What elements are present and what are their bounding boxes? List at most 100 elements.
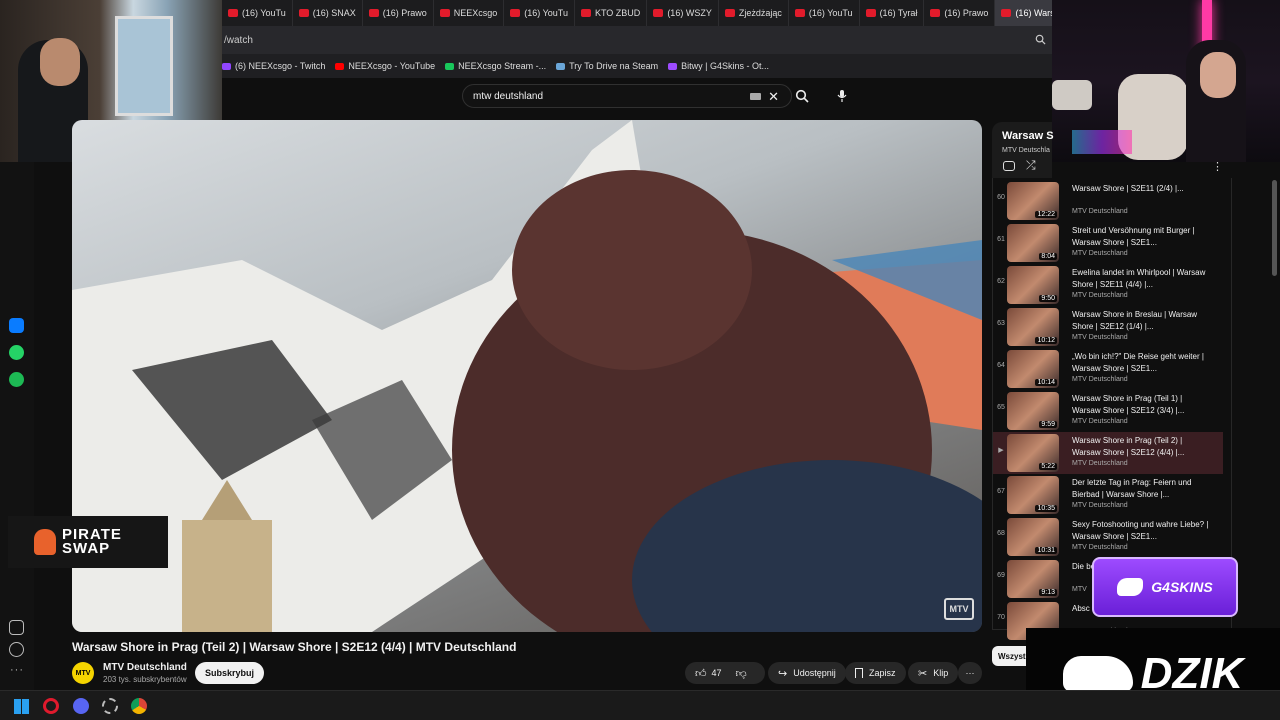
channel-name[interactable]: MTV Deutschland [103, 662, 187, 673]
address-bar[interactable]: /watch [222, 26, 1052, 54]
browser-tab[interactable]: (16) Prawo [924, 0, 996, 26]
bookmark-item[interactable]: NEEXcsgo - YouTube [335, 61, 435, 71]
browser-tab[interactable]: (16) Tyrał [860, 0, 925, 26]
chrome-icon[interactable] [131, 698, 147, 714]
video-thumbnail[interactable]: 5:22 [1007, 434, 1059, 472]
clear-search-icon[interactable]: ✕ [768, 89, 779, 105]
browser-tab[interactable]: (16) SNAX [293, 0, 363, 26]
browser-tab[interactable]: (16) Prawo [363, 0, 434, 26]
like-button[interactable]: 👍︎ 47 [695, 667, 722, 680]
opera-icon[interactable] [43, 698, 59, 714]
playlist-title[interactable]: Warsaw S [1002, 130, 1054, 142]
search-icon [795, 89, 809, 103]
youtube-search-box[interactable]: mtw deutshland ✕ [462, 84, 792, 108]
browser-tab[interactable]: (16) YouTu [222, 0, 293, 26]
playlist-index: 64 [997, 362, 1005, 369]
video-thumbnail[interactable]: 9:13 [1007, 560, 1059, 598]
shuffle-icon[interactable]: ⤮ [1026, 158, 1036, 173]
playlist-video-title[interactable]: Der letzte Tag in Prag: Feiern und Bierb… [1072, 477, 1212, 501]
voice-search-button[interactable] [830, 84, 854, 108]
discord-icon[interactable] [73, 698, 89, 714]
screen: (16) YouTu (16) SNAX (16) Prawo NEEXcsgo (16… [0, 0, 1280, 720]
bookmark-item[interactable]: Bitwy | G4Skins - Ot... [668, 61, 769, 71]
browser-tab[interactable]: (16) YouTu [789, 0, 860, 26]
window-view [115, 16, 173, 116]
playlist-video-title[interactable]: Ewelina landet im Whirlpool | Warsaw Sho… [1072, 267, 1212, 291]
bookmark-label: (6) NEEXcsgo - Twitch [235, 61, 326, 71]
playlist-item[interactable]: 61 8:04 Streit und Versöhnung mit Burger |… [993, 222, 1223, 264]
video-thumbnail[interactable]: 10:31 [1007, 518, 1059, 556]
playlist-video-title[interactable]: Sexy Fotoshooting und wahre Liebe? | War… [1072, 519, 1212, 543]
pirateswap-logo-text: PIRATE SWAP [62, 527, 122, 556]
webcam-right [1052, 0, 1280, 162]
browser-tab[interactable]: Zjeżdżając [719, 0, 789, 26]
tab-label: (16) YouTu [242, 8, 286, 18]
bookmark-item[interactable]: NEEXcsgo Stream -... [445, 61, 546, 71]
channel-avatar[interactable]: MTV [72, 662, 94, 684]
search-button[interactable] [790, 84, 814, 108]
clip-button[interactable]: ✂ Klip [908, 662, 959, 684]
playlist-item[interactable]: 67 10:35 Der letzte Tag in Prag: Feiern un… [993, 474, 1223, 516]
video-thumbnail[interactable]: 10:12 [1007, 308, 1059, 346]
whatsapp-icon[interactable] [9, 345, 24, 360]
browser-tab[interactable]: (16) WSZY [647, 0, 719, 26]
playlist-item[interactable]: 64 10:14 „Wo bin ich!?" Die Reise geht wei… [993, 348, 1223, 390]
settings-icon[interactable] [102, 698, 118, 714]
share-icon: ↪ [778, 667, 788, 680]
more-actions-button[interactable]: ··· [958, 662, 982, 684]
playlist-item[interactable]: 62 9:50 Ewelina landet im Whirlpool | Wars… [993, 264, 1223, 306]
video-thumbnail[interactable]: 10:35 [1007, 476, 1059, 514]
subscribe-button[interactable]: Subskrybuj [195, 662, 265, 684]
video-thumbnail[interactable]: 9:59 [1007, 392, 1059, 430]
playlist-item[interactable]: 60 12:22 Warsaw Shore | S2E11 (2/4) |... MT… [993, 180, 1223, 222]
playlist-scrollbar[interactable] [1272, 180, 1277, 276]
dislike-button[interactable]: 👎︎ [736, 667, 747, 680]
rgb-keyboard [1072, 130, 1132, 154]
browser-tab[interactable]: (16) YouTu [504, 0, 575, 26]
video-thumbnail[interactable]: 8:04 [1007, 224, 1059, 262]
playlist-item[interactable]: 65 9:59 Warsaw Shore in Prag (Teil 1) | Wa… [993, 390, 1223, 432]
search-input[interactable]: mtw deutshland [473, 91, 543, 102]
pirateswap-overlay: PIRATE SWAP [8, 516, 168, 568]
playlist-channel[interactable]: MTV Deutschla [1002, 147, 1050, 154]
playlist-video-title[interactable]: Warsaw Shore | S2E11 (2/4) |... [1072, 183, 1212, 195]
share-label: Udostępnij [793, 668, 836, 678]
playlist-item[interactable]: 63 10:12 Warsaw Shore in Breslau | Warsaw … [993, 306, 1223, 348]
save-button[interactable]: Zapisz [845, 662, 906, 684]
playlist-video-title[interactable]: Warsaw Shore in Breslau | Warsaw Shore |… [1072, 309, 1212, 333]
playlist-video-title[interactable]: Streit und Versöhnung mit Burger | Warsa… [1072, 225, 1212, 249]
history-icon[interactable] [9, 642, 24, 657]
bookmark-favicon-icon [556, 62, 566, 70]
heart-icon[interactable] [9, 620, 24, 635]
loop-icon[interactable] [1003, 161, 1015, 171]
playlist-video-title[interactable]: „Wo bin ich!?" Die Reise geht weiter | W… [1072, 351, 1212, 375]
video-thumbnail[interactable]: 12:22 [1007, 182, 1059, 220]
spotify-icon[interactable] [9, 372, 24, 387]
playlist-menu-icon[interactable]: ⋮ [1212, 160, 1223, 173]
browser-tab[interactable]: KTO ZBUD [575, 0, 648, 26]
video-thumbnail[interactable]: 10:14 [1007, 350, 1059, 388]
messenger-icon[interactable] [9, 318, 24, 333]
playlist-index: 70 [997, 614, 1005, 621]
keyboard-icon[interactable] [750, 93, 761, 100]
playlist-item[interactable]: ▶ 5:22 Warsaw Shore in Prag (Teil 2) | War… [993, 432, 1223, 474]
browser-tab[interactable]: NEEXcsgo [434, 0, 505, 26]
playlist-video-channel: MTV Deutschland [1072, 544, 1128, 551]
video-player[interactable]: MTV [72, 120, 982, 632]
playlist-video-title[interactable]: Warsaw Shore in Prag (Teil 1) | Warsaw S… [1072, 393, 1212, 417]
g4skins-overlay: G4SKINS [1092, 557, 1238, 617]
bookmark-item[interactable]: Try To Drive na Steam [556, 61, 658, 71]
subscriber-count: 203 tys. subskrybentów [103, 675, 187, 684]
share-button[interactable]: ↪ Udostępnij [768, 662, 846, 684]
browser-tab[interactable]: (16) Warsaw Shore✕ [995, 0, 1052, 26]
playlist-item[interactable]: 68 10:31 Sexy Fotoshooting und wahre Liebe… [993, 516, 1223, 558]
video-thumbnail[interactable]: 9:50 [1007, 266, 1059, 304]
bookmark-item[interactable]: (6) NEEXcsgo - Twitch [222, 61, 325, 71]
youtube-favicon-icon [794, 9, 805, 17]
bookmark-label: NEEXcsgo Stream -... [458, 61, 547, 71]
playlist-video-title[interactable]: Warsaw Shore in Prag (Teil 2) | Warsaw S… [1072, 435, 1212, 459]
windows-start-icon[interactable] [14, 699, 29, 714]
more-icon[interactable]: ··· [10, 664, 24, 676]
address-text[interactable]: /watch [224, 35, 253, 46]
search-icon[interactable] [1035, 34, 1046, 45]
